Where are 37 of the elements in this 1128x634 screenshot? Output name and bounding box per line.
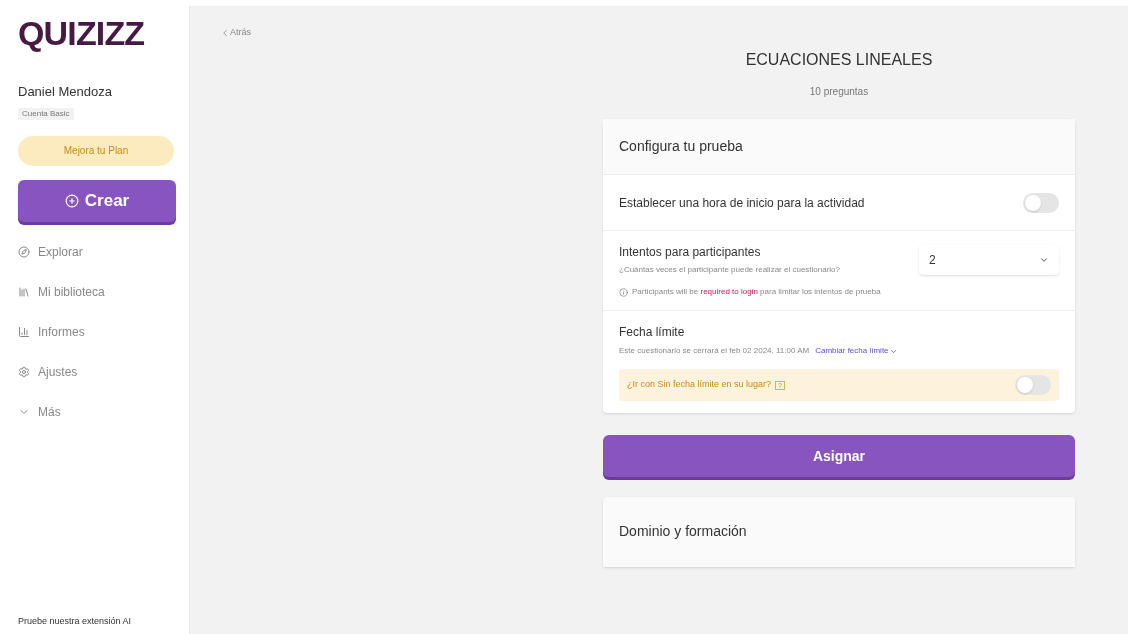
- sidebar-item[interactable]: Ajustes: [18, 361, 171, 382]
- setting-label: Establecer una hora de inicio para la actividad: [619, 194, 865, 212]
- deadline-text: Este cuestionario se cerrará el feb 02 2024, 11:00 AM: [619, 345, 810, 357]
- quiz-title: ECUACIONES LINEALES: [745, 50, 933, 70]
- chevron-left-icon: [220, 27, 230, 38]
- setting-label: Intentos para participantes: [619, 244, 762, 261]
- setting-label: Fecha límite: [619, 324, 686, 341]
- change-deadline-link[interactable]: Cambiar fecha límite: [815, 345, 898, 357]
- upgrade-button[interactable]: Mejora tu Plan: [18, 135, 174, 166]
- assign-button[interactable]: Asignar: [603, 435, 1075, 477]
- bar-chart-icon: [18, 325, 30, 338]
- sidebar-item[interactable]: Mi biblioteca: [18, 281, 171, 302]
- card-title: Dominio y formación: [619, 523, 747, 539]
- account-label: Cuenta Basic: [18, 107, 74, 120]
- login-link[interactable]: required to login: [700, 287, 758, 296]
- toggle-switch[interactable]: [1023, 192, 1059, 213]
- sidebar-item[interactable]: Más: [18, 401, 171, 422]
- extension-promo: Pruebe nuestra extensión AI: [18, 614, 133, 628]
- toggle-switch[interactable]: [1015, 375, 1051, 395]
- create-button[interactable]: Crear: [18, 179, 176, 222]
- sidebar-item[interactable]: Informes: [18, 321, 171, 342]
- banner-text: ¿Ir con Sin fecha límite en su lugar?: [627, 378, 772, 392]
- attempts-dropdown[interactable]: 2: [919, 245, 1059, 275]
- plus-icon: [64, 193, 79, 208]
- settings-icon: [18, 365, 30, 378]
- info-icon: [619, 287, 628, 297]
- logo[interactable]: QUIZIZZ: [18, 16, 171, 50]
- user-name: Daniel Mendoza: [18, 83, 113, 101]
- compass-icon: [18, 245, 30, 258]
- setting-hint: ¿Cuántas veces el participante puede realizar el cuestionario?: [619, 264, 841, 276]
- login-note: Participants will be required to login para limitar los intentos de prueba: [632, 286, 881, 298]
- back-link[interactable]: Atrás: [220, 26, 251, 40]
- books-icon: [18, 285, 30, 298]
- sidebar-item[interactable]: Explorar: [18, 241, 171, 262]
- card-title: Configura tu prueba: [619, 137, 743, 156]
- question-count: 10 preguntas: [809, 85, 869, 99]
- caret-icon: [1039, 255, 1049, 265]
